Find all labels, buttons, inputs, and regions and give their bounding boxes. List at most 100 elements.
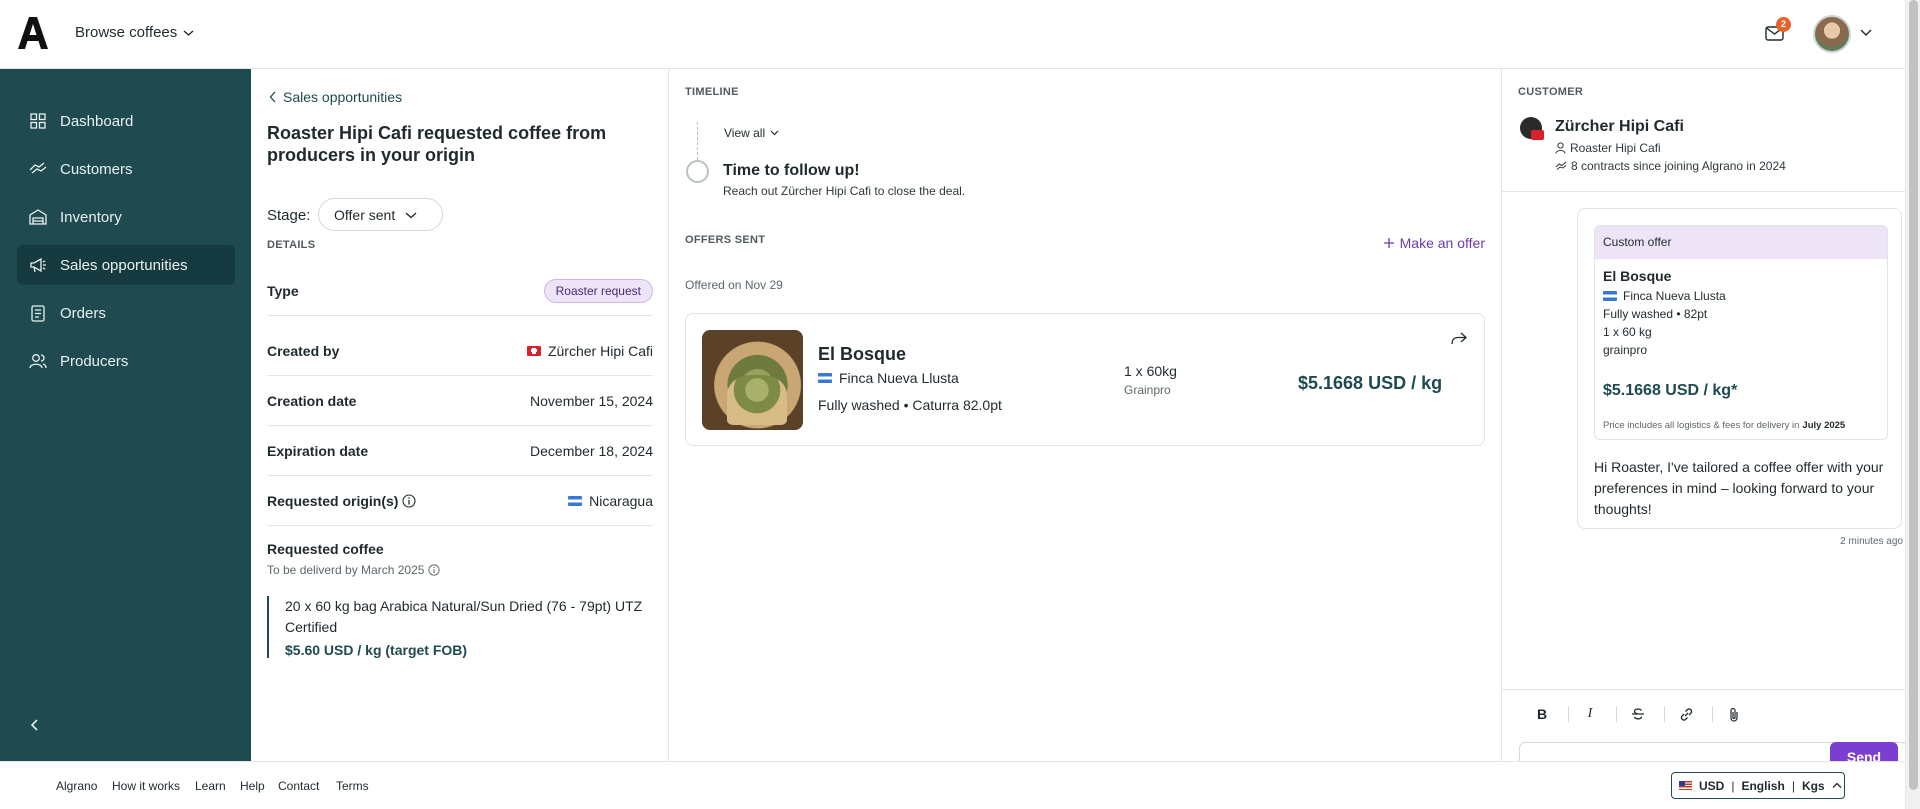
footer-link-how-it-works[interactable]: How it works [112,779,180,793]
breadcrumb[interactable]: Sales opportunities [269,89,402,105]
sidebar-item-sales-opportunities[interactable]: Sales opportunities [17,245,235,285]
activity-panel: TIMELINE View all Time to follow up! Rea… [669,69,1502,761]
sidebar-item-customers[interactable]: Customers [17,149,235,189]
detail-value[interactable]: Zürcher Hipi Cafi [526,342,653,359]
offer-price: $5.1668 USD / kg [1298,373,1443,393]
sidebar-item-producers[interactable]: Producers [17,341,235,381]
megaphone-icon [28,255,48,275]
italic-button[interactable]: I [1580,704,1600,724]
sidebar-item-label: Customers [60,160,133,178]
custom-offer-name: El Bosque [1603,268,1671,284]
attach-button[interactable] [1724,704,1744,724]
chat-message-text: Hi Roaster, I've tailored a coffee offer… [1594,459,1884,517]
offer-quantity: 1 x 60kg [1124,363,1177,379]
notification-badge: 2 [1776,17,1791,32]
sidebar-item-inventory[interactable]: Inventory [17,197,235,237]
sidebar-item-dashboard[interactable]: Dashboard [17,101,235,141]
breadcrumb-label: Sales opportunities [283,89,403,105]
toolbar-divider [1616,706,1617,722]
plus-icon [1383,238,1394,248]
detail-row-type: Type Roaster request [267,266,653,316]
sidebar-item-orders[interactable]: Orders [17,293,235,333]
requested-coffee-subtitle: To be deliverd by March 2025 [267,563,441,577]
offer-farm-name: Finca Nueva Llusta [839,370,959,386]
footer: Algrano How it works Learn Help Contact … [0,761,1905,809]
footer-link-learn[interactable]: Learn [195,779,226,793]
algrano-logo[interactable] [17,15,49,51]
stage-label: Stage: [267,207,311,224]
dashboard-icon [28,111,48,131]
paperclip-icon [1730,707,1738,722]
avatar[interactable] [1813,15,1851,53]
sidebar-item-label: Producers [60,352,129,370]
footer-link-contact[interactable]: Contact [278,779,319,793]
custom-offer-farm: Finca Nueva Llusta [1603,289,1726,303]
page-scrollbar[interactable] [1905,0,1920,809]
offers-sent-heading: OFFERS SENT [685,234,766,246]
timeline-heading: TIMELINE [685,86,739,98]
chat-message-time: 2 minutes ago [1840,536,1903,547]
chevron-down-icon [183,29,194,36]
locale-selector[interactable]: USD | English | Kgs [1671,772,1845,799]
make-offer-label: Make an offer [1399,235,1485,251]
link-button[interactable] [1676,704,1696,724]
chevron-down-icon[interactable] [1860,28,1872,37]
scrollbar-thumb[interactable] [1909,0,1918,790]
handshake-icon [28,159,48,179]
details-panel: Sales opportunities Roaster Hipi Cafi re… [251,69,669,761]
nicaragua-flag-icon [818,373,832,383]
warehouse-icon [28,207,48,227]
collapse-sidebar-icon[interactable] [26,716,44,734]
customer-contracts: 8 contracts since joining Algrano in 202… [1555,159,1786,173]
browse-coffees-menu[interactable]: Browse coffees [75,24,194,41]
customer-name[interactable]: Zürcher Hipi Cafi [1555,118,1684,136]
detail-row-expiration-date: Expiration date December 18, 2024 [267,426,653,476]
make-offer-button[interactable]: Make an offer [1383,235,1485,251]
strikethrough-button[interactable] [1628,704,1648,724]
delivery-deadline: To be deliverd by March 2025 [267,563,425,577]
us-flag-icon [1679,781,1692,790]
timeline-event-title: Time to follow up! [723,162,860,179]
stage-value: Offer sent [334,206,396,223]
custom-offer-quantity: 1 x 60 kg [1603,325,1652,339]
created-by-name: Zürcher Hipi Cafi [547,342,653,359]
custom-offer-note-text: Price includes all logistics & fees for … [1603,420,1800,431]
offered-on-date: Offered on Nov 29 [685,278,783,292]
share-icon[interactable] [1451,332,1467,346]
custom-offer-card[interactable]: Custom offer El Bosque Finca Nueva Llust… [1594,225,1888,440]
customer-logo [1520,117,1544,140]
info-icon[interactable] [428,564,441,576]
chevron-down-icon [405,212,417,218]
page-title: Roaster Hipi Cafi requested coffee from … [267,123,607,165]
info-icon[interactable] [402,493,417,508]
footer-link-algrano[interactable]: Algrano [56,779,97,793]
toolbar-divider [1568,706,1569,722]
custom-offer-price: $5.1668 USD / kg* [1603,382,1738,399]
custom-offer-farm-name: Finca Nueva Llusta [1623,289,1726,303]
view-all-label: View all [724,126,766,140]
view-all-button[interactable]: View all [724,126,779,140]
separator: | [1791,778,1795,793]
requested-coffee-title: Requested coffee [267,541,384,557]
offer-process: Fully washed • Caturra 82.0pt [818,397,1002,413]
coffee-beans-image [702,330,803,430]
currency-value: USD [1699,778,1725,793]
nicaragua-flag-icon [568,495,583,506]
custom-offer-note-month: July 2025 [1802,420,1846,431]
timeline-line [697,122,698,160]
browse-coffees-label: Browse coffees [75,24,178,41]
sidebar-item-label: Orders [60,304,106,322]
detail-value: November 15, 2024 [530,392,653,409]
sidebar-item-label: Sales opportunities [60,256,188,274]
customer-panel: CUSTOMER Zürcher Hipi Cafi Roaster Hipi … [1502,69,1907,772]
footer-link-help[interactable]: Help [240,779,265,793]
bold-button[interactable]: B [1532,704,1552,724]
footer-link-terms[interactable]: Terms [336,779,369,793]
origin-value: Nicaragua [589,492,653,509]
customer-contact: Roaster Hipi Cafi [1555,141,1661,155]
timeline-dot [686,160,709,183]
stage-select[interactable]: Offer sent [318,198,443,231]
type-badge: Roaster request [543,278,653,303]
offer-card[interactable]: El Bosque Finca Nueva Llusta Fully washe… [685,313,1485,446]
users-icon [28,351,48,371]
